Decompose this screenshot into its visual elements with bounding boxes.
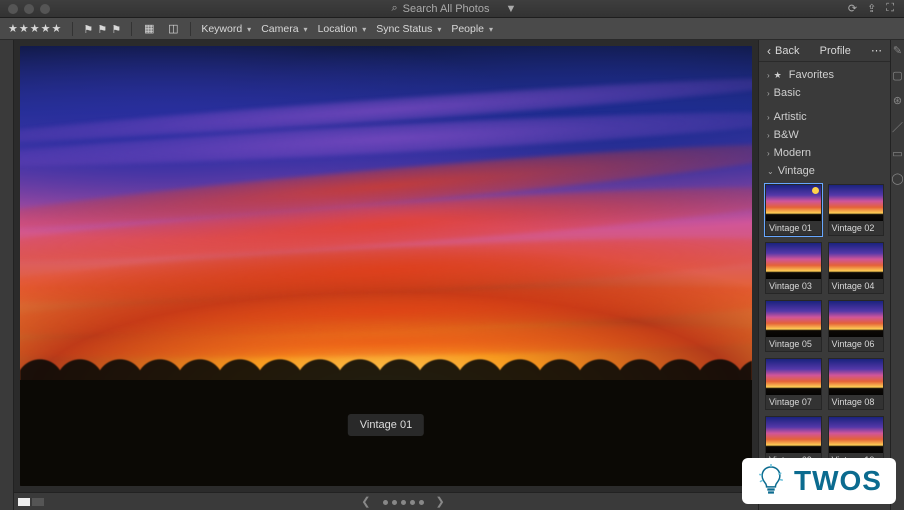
minimize-window-icon[interactable]	[24, 4, 34, 14]
preset-label: Vintage 01	[766, 221, 821, 235]
linear-gradient-icon[interactable]: ▭	[892, 147, 902, 160]
filmstrip-bar: ❮ ❯	[14, 492, 758, 510]
maximize-window-icon[interactable]	[40, 4, 50, 14]
preset-label: Vintage 08	[829, 395, 884, 409]
preset-thumb[interactable]: Vintage 03	[765, 242, 822, 294]
preset-thumb[interactable]: Vintage 05	[765, 300, 822, 352]
people-filter[interactable]: People	[451, 23, 493, 35]
current-preset-badge: Vintage 01	[348, 414, 424, 436]
preset-thumbnail-image	[829, 417, 884, 453]
star-icon	[774, 69, 785, 81]
favorite-badge-icon	[812, 187, 819, 194]
crop-icon[interactable]: ▢	[892, 69, 902, 82]
window-controls[interactable]	[8, 4, 50, 14]
divider	[131, 22, 132, 36]
section-basic[interactable]: ›Basic	[765, 84, 884, 102]
filmstrip-controls[interactable]: ❮ ❯	[48, 493, 758, 510]
view-compare-icon[interactable]	[166, 23, 180, 35]
profile-panel: Back Profile ›Favorites ›Basic ›Artistic…	[758, 40, 890, 510]
filter-toolbar: ★★★★★ Keyword Camera Location Sync Statu…	[0, 18, 904, 40]
preset-thumb[interactable]: Vintage 02	[828, 184, 885, 236]
flag-pick-icon[interactable]	[83, 23, 93, 35]
preset-label: Vintage 03	[766, 279, 821, 293]
edit-sliders-icon[interactable]: ✎	[893, 44, 902, 57]
location-filter[interactable]: Location	[318, 23, 367, 35]
section-bw[interactable]: ›B&W	[765, 126, 884, 144]
chevron-down-icon	[435, 23, 441, 35]
preset-thumb[interactable]: Vintage 04	[828, 242, 885, 294]
panel-header: Back Profile	[759, 40, 890, 62]
preset-thumb[interactable]: Vintage 07	[765, 358, 822, 410]
section-vintage[interactable]: ⌄Vintage	[765, 162, 884, 180]
watermark-overlay: TWOS	[742, 458, 896, 504]
panel-body: ›Favorites ›Basic ›Artistic ›B&W ›Modern…	[759, 62, 890, 510]
search-placeholder: Search All Photos	[403, 3, 490, 15]
image-viewer-column: Vintage 01 ❮ ❯	[14, 40, 758, 510]
preset-thumbnail-image	[829, 301, 884, 337]
left-sidebar-collapsed[interactable]	[0, 40, 14, 510]
rating-filter[interactable]: ★★★★★	[8, 22, 62, 35]
view-grid-icon[interactable]	[142, 23, 156, 35]
filmstrip-dots	[381, 496, 426, 508]
flag-reject-icon[interactable]	[111, 23, 121, 35]
preset-thumb[interactable]: Vintage 01	[765, 184, 822, 236]
section-favorites[interactable]: ›Favorites	[765, 66, 884, 84]
edit-tools-strip: ✎ ▢ ⊛ ／ ▭ ◯	[890, 40, 904, 510]
divider	[72, 22, 73, 36]
preset-grid: Vintage 01 Vintage 02 Vintage 03 Vintage 04…	[765, 184, 884, 468]
preset-thumb[interactable]: Vintage 06	[828, 300, 885, 352]
preset-label: Vintage 06	[829, 337, 884, 351]
view-toggle[interactable]	[14, 493, 48, 510]
preset-label: Vintage 07	[766, 395, 821, 409]
divider	[190, 22, 191, 36]
flag-unflag-icon[interactable]	[97, 23, 107, 35]
global-search[interactable]: Search All Photos	[381, 1, 499, 16]
main-area: Vintage 01 ❮ ❯ Back Profile ›Favorites ›…	[0, 40, 904, 510]
section-artistic[interactable]: ›Artistic	[765, 108, 884, 126]
preset-label: Vintage 04	[829, 279, 884, 293]
preset-thumbnail-image	[766, 185, 821, 221]
window-title-bar: Search All Photos ▼ ⟳ ⇪ ⛶	[0, 0, 904, 18]
lightbulb-icon	[756, 464, 786, 498]
preset-thumbnail-image	[766, 243, 821, 279]
prev-icon[interactable]: ❮	[361, 495, 370, 508]
next-icon[interactable]: ❯	[436, 495, 445, 508]
preset-thumbnail-image	[829, 243, 884, 279]
heal-icon[interactable]: ⊛	[893, 94, 902, 107]
panel-menu-icon[interactable]	[871, 44, 882, 57]
cloud-sync-icon[interactable]: ⟳	[848, 2, 857, 15]
preset-thumbnail-image	[766, 359, 821, 395]
back-button[interactable]: Back	[767, 44, 799, 58]
chevron-down-icon	[245, 23, 251, 35]
fullscreen-icon[interactable]: ⛶	[886, 2, 894, 15]
image-viewport[interactable]: Vintage 01	[14, 40, 758, 492]
panel-title: Profile	[820, 45, 851, 57]
share-icon[interactable]: ⇪	[867, 2, 876, 15]
brush-icon[interactable]: ／	[892, 119, 903, 135]
preset-label: Vintage 05	[766, 337, 821, 351]
preset-thumbnail-image	[766, 417, 821, 453]
chevron-down-icon	[487, 23, 493, 35]
search-icon	[391, 2, 397, 15]
watermark-text: TWOS	[794, 465, 882, 497]
camera-filter[interactable]: Camera	[261, 23, 307, 35]
preset-thumbnail-image	[829, 185, 884, 221]
close-window-icon[interactable]	[8, 4, 18, 14]
preset-thumbnail-image	[766, 301, 821, 337]
filter-funnel-icon[interactable]: ▼	[505, 3, 516, 15]
radial-gradient-icon[interactable]: ◯	[891, 172, 903, 185]
chevron-down-icon	[360, 23, 366, 35]
preset-thumb[interactable]: Vintage 08	[828, 358, 885, 410]
preset-thumbnail-image	[829, 359, 884, 395]
sync-filter[interactable]: Sync Status	[376, 23, 441, 35]
flag-filter[interactable]	[83, 23, 121, 35]
keyword-filter[interactable]: Keyword	[201, 23, 251, 35]
chevron-down-icon	[302, 23, 308, 35]
section-modern[interactable]: ›Modern	[765, 144, 884, 162]
preset-label: Vintage 02	[829, 221, 884, 235]
